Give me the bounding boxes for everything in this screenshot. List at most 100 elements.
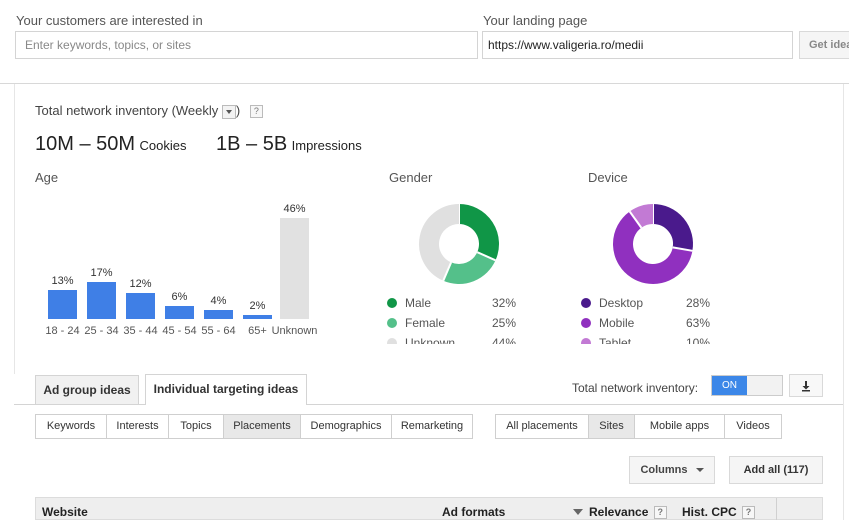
- inventory-title-text: Total network inventory (Weekly: [35, 103, 219, 118]
- sort-desc-icon[interactable]: [573, 509, 583, 515]
- col-relevance[interactable]: Relevance ?: [589, 505, 667, 520]
- impressions-value: 1B – 5B: [216, 133, 288, 155]
- age-bar-label: 13%: [51, 275, 74, 287]
- help-icon[interactable]: ?: [249, 105, 263, 119]
- gender-legend-label: Male: [405, 296, 432, 310]
- device-legend-value: 28%: [686, 296, 711, 310]
- gender-legend-swatch: [387, 338, 397, 344]
- period-dropdown-icon[interactable]: [221, 104, 236, 119]
- gender-legend-swatch: [387, 298, 397, 308]
- category-demographics[interactable]: Demographics: [300, 414, 392, 439]
- col-relevance-label: Relevance: [589, 505, 649, 519]
- col-website[interactable]: Website: [42, 505, 88, 519]
- device-donut-chart: [613, 204, 693, 284]
- gender-legend-value: 44%: [492, 336, 517, 344]
- device-legend-label: Mobile: [599, 316, 635, 330]
- col-hist-cpc-label: Hist. CPC: [682, 505, 737, 519]
- category-interests[interactable]: Interests: [106, 414, 169, 439]
- device-slice-tablet: [629, 204, 654, 229]
- panel-right-border: [843, 84, 844, 520]
- tabs-baseline-right: [307, 404, 843, 405]
- age-category-label: 35 - 44: [123, 325, 158, 337]
- col-ad-formats[interactable]: Ad formats: [442, 505, 505, 519]
- inventory-toggle[interactable]: ON: [711, 375, 783, 396]
- gender-legend-item: Unknown 44%: [387, 336, 527, 344]
- gender-legend-value: 25%: [492, 316, 517, 330]
- header-divider: [0, 83, 849, 84]
- category-topics[interactable]: Topics: [168, 414, 224, 439]
- cookies-value: 10M – 50M: [35, 133, 136, 155]
- device-legend-swatch: [581, 298, 591, 308]
- tab-individual-targeting-ideas[interactable]: Individual targeting ideas: [145, 374, 307, 405]
- age-bar-label: 6%: [171, 291, 188, 303]
- get-ideas-label: Get idea: [809, 39, 849, 51]
- age-bar-label: 46%: [283, 203, 306, 215]
- placement-filter-sites[interactable]: Sites: [588, 414, 635, 439]
- customers-input[interactable]: Enter keywords, topics, or sites: [15, 31, 478, 59]
- impressions-stat: 1B – 5B Impressions: [216, 133, 362, 156]
- age-category-label: Unknown: [271, 325, 318, 337]
- gender-legend-swatch: [387, 318, 397, 328]
- columns-button[interactable]: Columns: [629, 456, 715, 484]
- col-divider: [776, 498, 777, 520]
- age-bar-55-64: [204, 310, 233, 319]
- col-hist-cpc[interactable]: Hist. CPC ?: [682, 505, 756, 520]
- gender-slice-unknown: [419, 204, 460, 281]
- tabs-baseline: [14, 404, 145, 405]
- device-slice-desktop: [652, 204, 693, 251]
- panel-left-border: [14, 84, 15, 374]
- gender-slice-female: [443, 251, 496, 284]
- age-bar-label: 12%: [129, 278, 152, 290]
- tab-ad-group-ideas[interactable]: Ad group ideas: [35, 375, 139, 404]
- download-icon: [802, 381, 810, 392]
- device-legend-label: Tablet: [599, 336, 632, 344]
- columns-label: Columns: [640, 464, 688, 476]
- category-placements[interactable]: Placements: [223, 414, 301, 439]
- landing-page-label: Your landing page: [483, 13, 588, 28]
- gender-legend-item: Female 25%: [387, 316, 527, 332]
- chevron-down-icon: [695, 468, 704, 473]
- age-bar-18-24: [48, 290, 77, 319]
- gender-donut-chart: [419, 204, 499, 284]
- category-remarketing[interactable]: Remarketing: [391, 414, 473, 439]
- download-button[interactable]: [789, 374, 823, 397]
- device-legend-item: Tablet 10%: [581, 336, 721, 344]
- cpc-help-icon[interactable]: ?: [742, 506, 756, 520]
- age-bar-45-54: [165, 306, 194, 319]
- inventory-title-close: ): [235, 103, 241, 118]
- device-legend: Desktop 28% Mobile 63% Tablet 10%: [581, 294, 721, 344]
- age-category-label: 45 - 54: [162, 325, 197, 337]
- results-table-header: Website Ad formats Relevance ? Hist. CPC…: [35, 497, 823, 520]
- gender-legend-item: Male 32%: [387, 296, 527, 312]
- get-ideas-button[interactable]: Get idea: [799, 31, 849, 59]
- relevance-help-icon[interactable]: ?: [653, 506, 667, 520]
- device-legend-item: Desktop 28%: [581, 296, 721, 312]
- age-bar-label: 17%: [90, 267, 113, 279]
- placement-filter-videos[interactable]: Videos: [724, 414, 782, 439]
- gender-legend-label: Female: [405, 316, 446, 330]
- inventory-toggle-label: Total network inventory:: [572, 381, 699, 395]
- age-category-label: 25 - 34: [84, 325, 119, 337]
- device-legend-swatch: [581, 318, 591, 328]
- age-chart-title: Age: [35, 170, 59, 185]
- tab-individual-label: Individual targeting ideas: [153, 382, 299, 396]
- age-bar-65-: [243, 315, 272, 319]
- landing-page-input[interactable]: https://www.valigeria.ro/medii: [482, 31, 793, 59]
- placement-filter-all-placements[interactable]: All placements: [495, 414, 589, 439]
- gender-legend-value: 32%: [492, 296, 517, 310]
- gender-legend: Male 32% Female 25% Unknown 44%: [387, 294, 527, 344]
- inventory-title: Total network inventory (Weekly ) ?: [35, 103, 263, 119]
- device-legend-value: 63%: [686, 316, 711, 330]
- toggle-on-indicator: ON: [712, 376, 747, 395]
- cookies-stat: 10M – 50M Cookies: [35, 133, 186, 156]
- device-chart-title: Device: [588, 170, 628, 185]
- age-bar-label: 4%: [210, 295, 227, 307]
- device-legend-item: Mobile 63%: [581, 316, 721, 332]
- add-all-button[interactable]: Add all (117): [729, 456, 823, 484]
- gender-slice-male: [458, 204, 499, 261]
- age-bar-25-34: [87, 282, 116, 319]
- category-keywords[interactable]: Keywords: [35, 414, 107, 439]
- gender-legend-label: Unknown: [405, 336, 456, 344]
- placement-filter-mobile-apps[interactable]: Mobile apps: [634, 414, 725, 439]
- device-legend-value: 10%: [686, 336, 711, 344]
